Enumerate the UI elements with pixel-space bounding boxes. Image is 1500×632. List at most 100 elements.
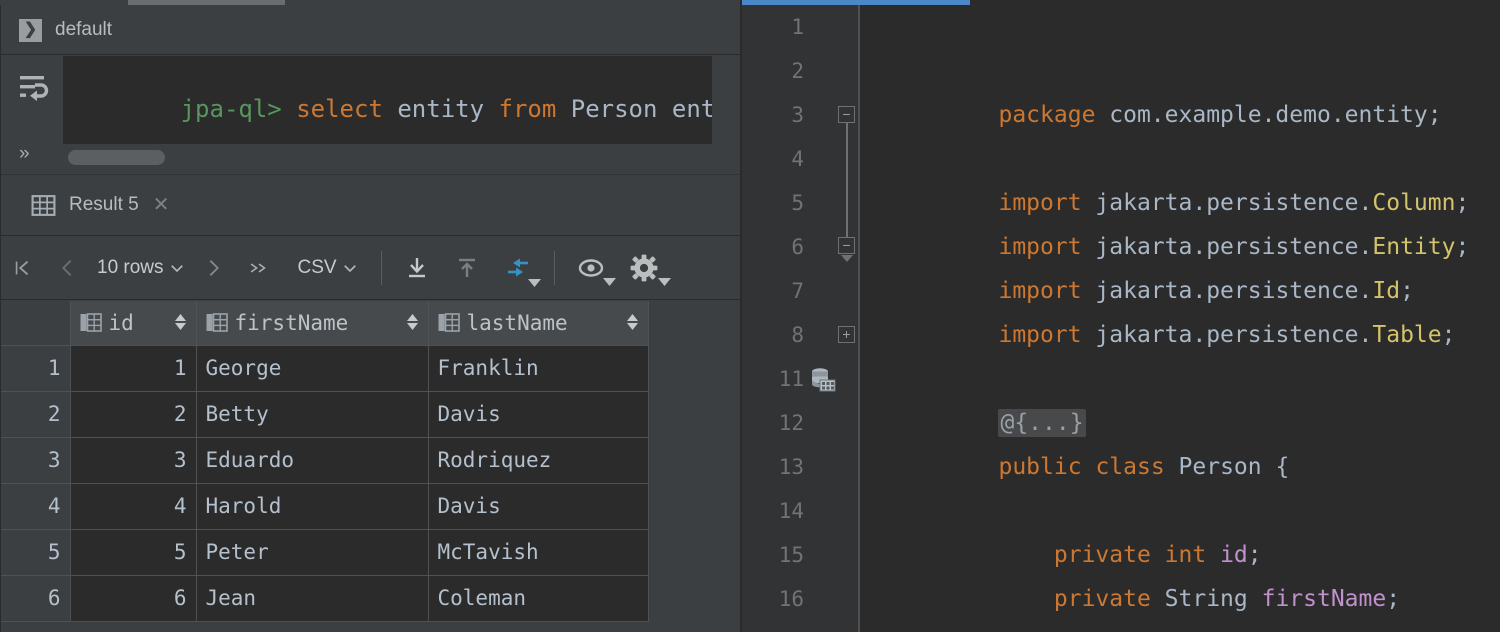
line-number: 8 [791, 323, 804, 347]
console-horizontal-scrollbar[interactable] [63, 144, 712, 174]
dropdown-arrow-icon [657, 277, 671, 286]
code-line-6: import jakarta.persistence.Table; [860, 225, 1500, 348]
cell-lastname[interactable]: Franklin [428, 345, 649, 392]
export-format-label: CSV [297, 257, 337, 278]
table-row[interactable]: 3 3 Eduardo Rodriquez [1, 437, 649, 484]
database-table-icon[interactable] [810, 367, 836, 398]
column-icon [80, 312, 102, 332]
line-number: 1 [791, 15, 804, 39]
gear-icon[interactable] [617, 237, 671, 300]
result-tab-bar: Result 5 ✕ [1, 175, 740, 236]
code-line-11: public class Person { [860, 357, 1500, 480]
fold-expand-icon[interactable]: + [838, 326, 855, 343]
result-tab[interactable]: Result 5 ✕ [31, 193, 169, 218]
grid-corner-cell[interactable] [1, 301, 71, 346]
console-gutter: » [1, 56, 63, 174]
column-header-id[interactable]: id [70, 301, 197, 346]
cell-id[interactable]: 4 [70, 483, 197, 530]
editor-code-area[interactable]: package com.example.demo.entity; import … [860, 5, 1500, 632]
console-right-filler [712, 56, 740, 174]
chevron-double-right-icon[interactable]: » [19, 144, 30, 163]
cell-firstname[interactable]: Betty [196, 391, 429, 438]
cell-id[interactable]: 5 [70, 529, 197, 576]
last-page-icon[interactable] [236, 237, 282, 300]
upload-icon[interactable] [442, 237, 492, 300]
column-header-label: lastName [466, 310, 568, 335]
fold-region-line [846, 181, 848, 225]
sort-arrows-icon[interactable] [406, 312, 419, 333]
cell-lastname[interactable]: Coleman [428, 575, 649, 622]
soft-wrap-icon[interactable] [17, 72, 49, 104]
table-row[interactable]: 5 5 Peter McTavish [1, 529, 649, 576]
cell-lastname[interactable]: Rodriquez [428, 437, 649, 484]
line-number: 2 [791, 59, 804, 83]
close-icon[interactable]: ✕ [153, 195, 170, 215]
cell-firstname[interactable]: Peter [196, 529, 429, 576]
eye-icon[interactable] [565, 237, 617, 300]
cell-lastname[interactable]: Davis [428, 483, 649, 530]
sort-arrows-icon[interactable] [626, 312, 639, 333]
row-number: 3 [1, 437, 71, 484]
gutter-line-14: 14 [742, 489, 858, 533]
gutter-line-12: 12 [742, 401, 858, 445]
row-number: 1 [1, 345, 71, 392]
column-header-lastname[interactable]: lastName [428, 301, 649, 346]
table-row[interactable]: 1 1 George Franklin [1, 345, 649, 392]
code-line-15: private String lastName; [860, 533, 1500, 632]
cell-id[interactable]: 2 [70, 391, 197, 438]
sort-arrows-icon[interactable] [174, 312, 187, 333]
column-icon [438, 312, 460, 332]
cell-id[interactable]: 3 [70, 437, 197, 484]
table-row[interactable]: 4 4 Harold Davis [1, 483, 649, 530]
row-number: 4 [1, 483, 71, 530]
cell-id[interactable]: 6 [70, 575, 197, 622]
gutter-line-5: 5 [742, 181, 858, 225]
partial-tab-indicator[interactable] [128, 0, 285, 5]
fold-collapse-icon[interactable]: − [838, 237, 855, 254]
query-keyword-select: select [296, 95, 383, 123]
export-format-selector[interactable]: CSV [298, 237, 359, 300]
query-prompt: jpa-ql> [180, 95, 282, 123]
download-icon[interactable] [392, 237, 442, 300]
gutter-line-1: 1 [742, 5, 858, 49]
rows-count-selector[interactable]: 10 rows [91, 237, 186, 300]
query-keyword-from: from [498, 95, 557, 123]
rows-count-label: 10 rows [97, 257, 164, 278]
toolbar-divider-2 [553, 251, 555, 285]
result-tab-label: Result 5 [69, 194, 139, 215]
cell-id[interactable]: 1 [70, 345, 197, 392]
scrollbar-thumb[interactable] [68, 150, 165, 165]
table-row[interactable]: 6 6 Jean Coleman [1, 575, 649, 622]
cell-firstname[interactable]: Eduardo [196, 437, 429, 484]
schema-name-label[interactable]: default [55, 19, 112, 41]
next-page-icon[interactable] [192, 237, 236, 300]
gutter-line-11: 11 [742, 357, 858, 401]
line-number: 3 [791, 103, 804, 127]
line-number: 11 [778, 367, 804, 391]
column-header-firstname[interactable]: firstName [196, 301, 429, 346]
editor-gutter[interactable]: 1 2 3 − 4 5 6 − 7 8 + 11 12 13 14 15 16 [742, 5, 858, 632]
table-row[interactable]: 2 2 Betty Davis [1, 391, 649, 438]
column-header-label: id [108, 310, 134, 335]
cell-lastname[interactable]: Davis [428, 391, 649, 438]
data-compare-icon[interactable] [492, 237, 544, 300]
result-data-grid[interactable]: id firstName lastName 1 1 George Frankli… [1, 301, 740, 632]
gutter-line-6: 6 − [742, 225, 858, 269]
cell-lastname[interactable]: McTavish [428, 529, 649, 576]
cell-firstname[interactable]: Jean [196, 575, 429, 622]
previous-page-icon[interactable] [45, 237, 89, 300]
cell-firstname[interactable]: George [196, 345, 429, 392]
first-page-icon[interactable] [1, 237, 45, 300]
console-query-editor[interactable]: jpa-ql> select entity from Person entity [63, 56, 712, 144]
cell-firstname[interactable]: Harold [196, 483, 429, 530]
ide-window: ❯ default » jpa-ql> select entity from P… [0, 0, 1500, 632]
gutter-line-16: 16 [742, 577, 858, 621]
code-editor-panel: 1 2 3 − 4 5 6 − 7 8 + 11 12 13 14 15 16 … [742, 0, 1500, 632]
console-prompt-icon[interactable]: ❯ [19, 18, 42, 42]
fold-collapse-icon[interactable]: − [838, 106, 855, 123]
column-icon [206, 312, 228, 332]
